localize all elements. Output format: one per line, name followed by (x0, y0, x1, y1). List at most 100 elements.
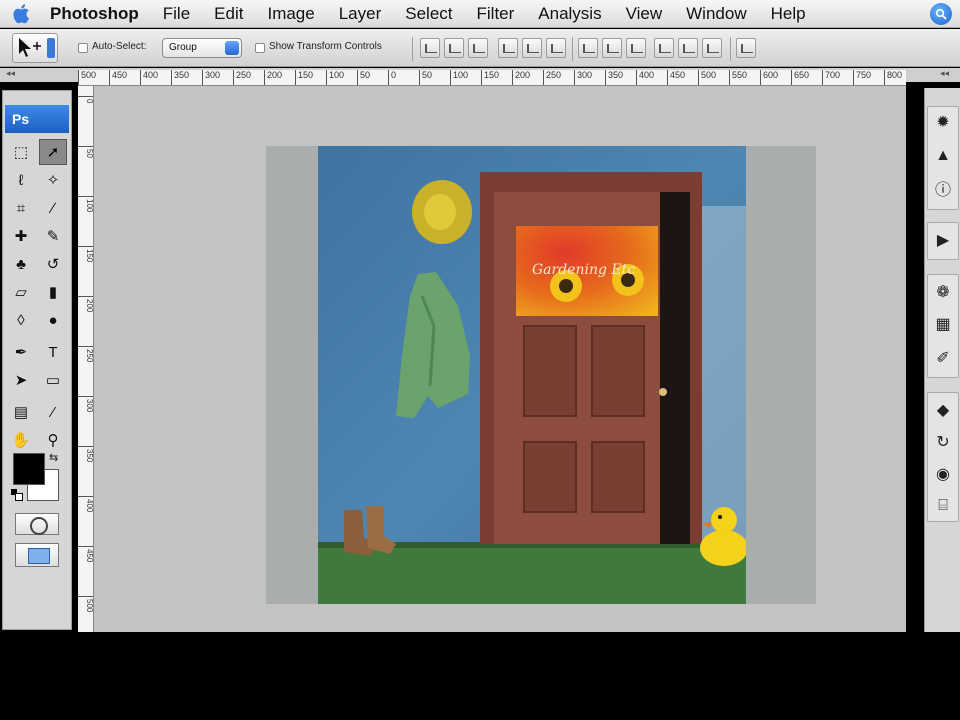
navigator-icon[interactable]: ✹ (929, 108, 957, 136)
ruler-tick-label: 350 (605, 70, 623, 85)
default-colors-icon[interactable] (11, 489, 23, 501)
distribute-horizontal-center-button[interactable] (678, 38, 698, 58)
align-vertical-center-button[interactable] (444, 38, 464, 58)
menu-select[interactable]: Select (393, 0, 464, 28)
ruler-tick-label: 500 (698, 70, 716, 85)
distribute-bottom-button[interactable] (626, 38, 646, 58)
screen-mode-button[interactable] (15, 543, 59, 567)
menu-edit[interactable]: Edit (202, 0, 255, 28)
ruler-tick-label: 550 (729, 70, 747, 85)
menu-file[interactable]: File (151, 0, 202, 28)
eraser-tool-icon[interactable]: ▱ (7, 279, 35, 305)
ruler-tick-label: 600 (760, 70, 778, 85)
foreground-color-swatch[interactable] (13, 453, 45, 485)
type-tool-icon[interactable]: T (39, 339, 67, 365)
zoom-tool-icon[interactable]: ⚲ (39, 427, 67, 453)
histogram-icon[interactable]: ▲ (929, 142, 957, 170)
shape-tool-icon[interactable]: ▭ (39, 367, 67, 393)
path-select-tool-icon[interactable]: ➤ (7, 367, 35, 393)
auto-align-layers-button[interactable] (736, 38, 756, 58)
paths-icon[interactable]: ◉ (929, 460, 957, 488)
gradient-tool-icon[interactable]: ▮ (39, 279, 67, 305)
ruler-tick-label: 500 (78, 70, 96, 85)
distribute-vertical-center-button[interactable] (602, 38, 622, 58)
slice-tool-icon[interactable]: ∕ (39, 195, 67, 221)
collapse-left-icon[interactable]: ◂◂ (6, 68, 15, 79)
dropdown-arrow-icon (225, 41, 239, 55)
align-left-button[interactable] (498, 38, 518, 58)
sign-text: Gardening Etc (532, 262, 635, 278)
hand-tool-icon[interactable]: ✋ (7, 427, 35, 453)
channels-icon[interactable]: ↻ (929, 428, 957, 456)
menu-analysis[interactable]: Analysis (526, 0, 613, 28)
ruler-tick-label: 100 (450, 70, 468, 85)
swatches-icon[interactable]: ▦ (929, 310, 957, 338)
eyedropper-tool-icon[interactable]: ⁄ (39, 399, 67, 425)
ruler-tick-label: 150 (78, 246, 93, 262)
magic-wand-tool-icon[interactable]: ✧ (39, 167, 67, 193)
pen-tool-icon[interactable]: ✒ (7, 339, 35, 365)
ruler-tick-label: 450 (667, 70, 685, 85)
layers-icon[interactable]: ◆ (929, 396, 957, 424)
auto-select-checkbox[interactable] (78, 43, 88, 53)
crop-tool-icon[interactable]: ⌗ (7, 195, 35, 221)
ruler-tick-label: 300 (574, 70, 592, 85)
spotlight-search-icon[interactable] (930, 3, 952, 25)
menu-filter[interactable]: Filter (465, 0, 527, 28)
tool-preset-picker[interactable] (12, 33, 58, 63)
align-top-button[interactable] (420, 38, 440, 58)
menu-image[interactable]: Image (255, 0, 326, 28)
align-bottom-button[interactable] (468, 38, 488, 58)
menu-photoshop[interactable]: Photoshop (44, 0, 151, 28)
styles-icon[interactable]: ❁ (929, 278, 957, 306)
ruler-tick-label: 300 (202, 70, 220, 85)
toolbox: Ps ⇆ ⬚ ➚ ℓ ✧ ⌗ ∕ ✚ ✎ ♣ ↺ ▱ ▮ ◊ ● ✒ T ➤ ▭ ▤ ⁄ ✋ ⚲ (2, 90, 72, 630)
options-bar: Auto-Select: Group Show Transform Contro… (0, 29, 960, 67)
divider (412, 37, 413, 61)
info-icon[interactable]: ⓘ (929, 174, 957, 202)
apple-menu-icon[interactable] (0, 0, 44, 28)
distribute-left-button[interactable] (654, 38, 674, 58)
ruler-tick-label: 450 (78, 546, 93, 562)
distribute-top-button[interactable] (578, 38, 598, 58)
quick-mask-button[interactable] (15, 513, 59, 535)
document-canvas[interactable]: Gardening Etc (266, 146, 816, 604)
ruler-tick-label: 800 (884, 70, 902, 85)
move-tool-icon[interactable]: ➚ (39, 139, 67, 165)
blur-tool-icon[interactable]: ◊ (7, 307, 35, 333)
menu-layer[interactable]: Layer (327, 0, 394, 28)
chevron-down-icon[interactable] (47, 38, 55, 58)
auto-select-dropdown[interactable]: Group (162, 38, 242, 58)
healing-brush-tool-icon[interactable]: ✚ (7, 223, 35, 249)
vertical-ruler[interactable]: 0 50 100 150 200 250 300 350 400 450 500 (78, 86, 94, 632)
ruler-tick-label: 350 (171, 70, 189, 85)
horizontal-ruler[interactable]: 500 450 400 350 300 250 200 150 100 50 0 50 100 150 20… (78, 70, 906, 86)
divider (730, 37, 731, 61)
ruler-tick-label: 150 (295, 70, 313, 85)
actions-icon[interactable]: ▶ (929, 226, 957, 254)
dodge-tool-icon[interactable]: ● (39, 307, 67, 333)
brushes-icon[interactable]: ✐ (929, 344, 957, 372)
brush-tool-icon[interactable]: ✎ (39, 223, 67, 249)
collapse-right-icon[interactable]: ◂◂ (940, 68, 949, 79)
align-horizontal-center-button[interactable] (522, 38, 542, 58)
menu-window[interactable]: Window (674, 0, 758, 28)
ruler-tick-label: 400 (78, 496, 93, 512)
show-transform-checkbox[interactable] (255, 43, 265, 53)
ruler-tick-label: 500 (78, 596, 93, 612)
menu-view[interactable]: View (614, 0, 675, 28)
distribute-right-button[interactable] (702, 38, 722, 58)
ruler-tick-label: 250 (233, 70, 251, 85)
lasso-tool-icon[interactable]: ℓ (7, 167, 35, 193)
show-transform-label: Show Transform Controls (269, 41, 382, 52)
ruler-tick-label: 400 (636, 70, 654, 85)
align-right-button[interactable] (546, 38, 566, 58)
photoshop-logo[interactable]: Ps (5, 105, 69, 133)
notes-tool-icon[interactable]: ▤ (7, 399, 35, 425)
history-brush-tool-icon[interactable]: ↺ (39, 251, 67, 277)
menu-help[interactable]: Help (759, 0, 818, 28)
marquee-tool-icon[interactable]: ⬚ (7, 139, 35, 165)
ruler-tick-label: 50 (78, 146, 93, 158)
clone-stamp-tool-icon[interactable]: ♣ (7, 251, 35, 277)
transform-icon[interactable]: ⌸ (929, 492, 957, 520)
